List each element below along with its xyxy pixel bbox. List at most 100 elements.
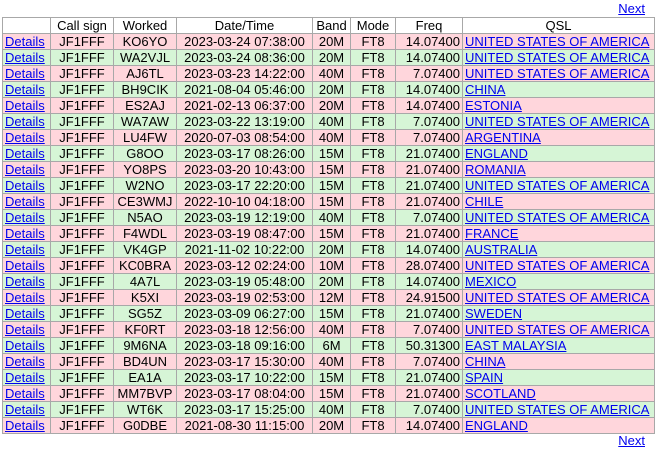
header-mode: Mode (350, 17, 396, 34)
qsl-country-link[interactable]: ARGENTINA (465, 131, 541, 145)
table-row: Details JF1FFF SG5Z 2023-03-09 06:27:00 15M F… (2, 305, 655, 322)
qsl-country-link[interactable]: EAST MALAYSIA (465, 339, 566, 353)
details-cell: Details (2, 145, 51, 162)
band-cell: 15M (312, 369, 351, 386)
details-cell: Details (2, 241, 51, 258)
details-link[interactable]: Details (5, 419, 45, 433)
details-link[interactable]: Details (5, 115, 45, 129)
datetime-cell: 2023-03-17 08:26:00 (176, 145, 313, 162)
details-link[interactable]: Details (5, 371, 45, 385)
freq-cell: 21.07400 (395, 385, 463, 402)
qsl-country-link[interactable]: UNITED STATES OF AMERICA (465, 51, 649, 65)
qsl-country-link[interactable]: FRANCE (465, 227, 518, 241)
mode-cell: FT8 (350, 81, 396, 98)
worked-cell: BH9CIK (113, 81, 177, 98)
details-link[interactable]: Details (5, 323, 45, 337)
call-sign-cell: JF1FFF (50, 385, 114, 402)
details-link[interactable]: Details (5, 227, 45, 241)
details-link[interactable]: Details (5, 403, 45, 417)
table-row: Details JF1FFF WA2VJL 2023-03-24 08:36:00 20… (2, 49, 655, 66)
qsl-country-link[interactable]: CHILE (465, 195, 503, 209)
worked-cell: KC0BRA (113, 257, 177, 274)
qsl-country-link[interactable]: UNITED STATES OF AMERICA (465, 179, 649, 193)
table-row: Details JF1FFF YO8PS 2023-03-20 10:43:00 15M… (2, 161, 655, 178)
details-link[interactable]: Details (5, 291, 45, 305)
worked-cell: KF0RT (113, 321, 177, 338)
qsl-country-cell: SCOTLAND (462, 385, 655, 402)
worked-cell: BD4UN (113, 353, 177, 370)
qsl-country-link[interactable]: AUSTRALIA (465, 243, 537, 257)
qsl-country-link[interactable]: MEXICO (465, 275, 516, 289)
datetime-cell: 2021-11-02 10:22:00 (176, 241, 313, 258)
call-sign-cell: JF1FFF (50, 49, 114, 66)
qsl-country-link[interactable]: UNITED STATES OF AMERICA (465, 403, 649, 417)
qsl-country-link[interactable]: UNITED STATES OF AMERICA (465, 211, 649, 225)
qsl-country-link[interactable]: UNITED STATES OF AMERICA (465, 323, 649, 337)
details-link[interactable]: Details (5, 355, 45, 369)
qsl-country-cell: EAST MALAYSIA (462, 337, 655, 354)
qsl-country-link[interactable]: ENGLAND (465, 147, 528, 161)
details-link[interactable]: Details (5, 163, 45, 177)
details-cell: Details (2, 369, 51, 386)
next-page-link-bottom[interactable]: Next (618, 434, 645, 448)
details-link[interactable]: Details (5, 35, 45, 49)
details-link[interactable]: Details (5, 131, 45, 145)
header-freq: Freq (395, 17, 463, 34)
qsl-country-cell: UNITED STATES OF AMERICA (462, 65, 655, 82)
freq-cell: 21.07400 (395, 161, 463, 178)
qsl-country-link[interactable]: ROMANIA (465, 163, 526, 177)
details-link[interactable]: Details (5, 339, 45, 353)
details-cell: Details (2, 417, 51, 434)
band-cell: 15M (312, 385, 351, 402)
details-cell: Details (2, 113, 51, 130)
details-link[interactable]: Details (5, 275, 45, 289)
details-link[interactable]: Details (5, 147, 45, 161)
details-link[interactable]: Details (5, 179, 45, 193)
table-row: Details JF1FFF KF0RT 2023-03-18 12:56:00 40M… (2, 321, 655, 338)
worked-cell: YO8PS (113, 161, 177, 178)
details-link[interactable]: Details (5, 387, 45, 401)
qsl-country-link[interactable]: SWEDEN (465, 307, 522, 321)
worked-cell: KO6YO (113, 33, 177, 50)
mode-cell: FT8 (350, 97, 396, 114)
band-cell: 40M (312, 209, 351, 226)
worked-cell: LU4FW (113, 129, 177, 146)
call-sign-cell: JF1FFF (50, 353, 114, 370)
table-row: Details JF1FFF EA1A 2023-03-17 10:22:00 15M F… (2, 369, 655, 386)
mode-cell: FT8 (350, 193, 396, 210)
worked-cell: K5XI (113, 289, 177, 306)
details-link[interactable]: Details (5, 243, 45, 257)
call-sign-cell: JF1FFF (50, 257, 114, 274)
qsl-country-link[interactable]: SPAIN (465, 371, 503, 385)
qsl-country-link[interactable]: ENGLAND (465, 419, 528, 433)
details-link[interactable]: Details (5, 51, 45, 65)
qsl-country-link[interactable]: UNITED STATES OF AMERICA (465, 115, 649, 129)
details-link[interactable]: Details (5, 211, 45, 225)
next-page-link-top[interactable]: Next (618, 2, 645, 16)
details-link[interactable]: Details (5, 99, 45, 113)
band-cell: 15M (312, 161, 351, 178)
details-link[interactable]: Details (5, 83, 45, 97)
qsl-country-link[interactable]: ESTONIA (465, 99, 522, 113)
datetime-cell: 2023-03-18 12:56:00 (176, 321, 313, 338)
qsl-country-link[interactable]: SCOTLAND (465, 387, 536, 401)
qsl-country-link[interactable]: UNITED STATES OF AMERICA (465, 35, 649, 49)
qsl-country-link[interactable]: UNITED STATES OF AMERICA (465, 259, 649, 273)
qsl-country-link[interactable]: UNITED STATES OF AMERICA (465, 291, 649, 305)
details-link[interactable]: Details (5, 195, 45, 209)
table-row: Details JF1FFF ES2AJ 2021-02-13 06:37:00 20M… (2, 97, 655, 114)
band-cell: 40M (312, 401, 351, 418)
band-cell: 6M (312, 337, 351, 354)
call-sign-cell: JF1FFF (50, 145, 114, 162)
mode-cell: FT8 (350, 337, 396, 354)
qsl-country-link[interactable]: CHINA (465, 355, 505, 369)
qsl-country-link[interactable]: CHINA (465, 83, 505, 97)
datetime-cell: 2023-03-12 02:24:00 (176, 257, 313, 274)
table-row: Details JF1FFF F4WDL 2023-03-19 08:47:00 15M… (2, 225, 655, 242)
freq-cell: 14.07400 (395, 81, 463, 98)
qsl-country-cell: ARGENTINA (462, 129, 655, 146)
details-link[interactable]: Details (5, 259, 45, 273)
details-link[interactable]: Details (5, 307, 45, 321)
details-link[interactable]: Details (5, 67, 45, 81)
qsl-country-link[interactable]: UNITED STATES OF AMERICA (465, 67, 649, 81)
